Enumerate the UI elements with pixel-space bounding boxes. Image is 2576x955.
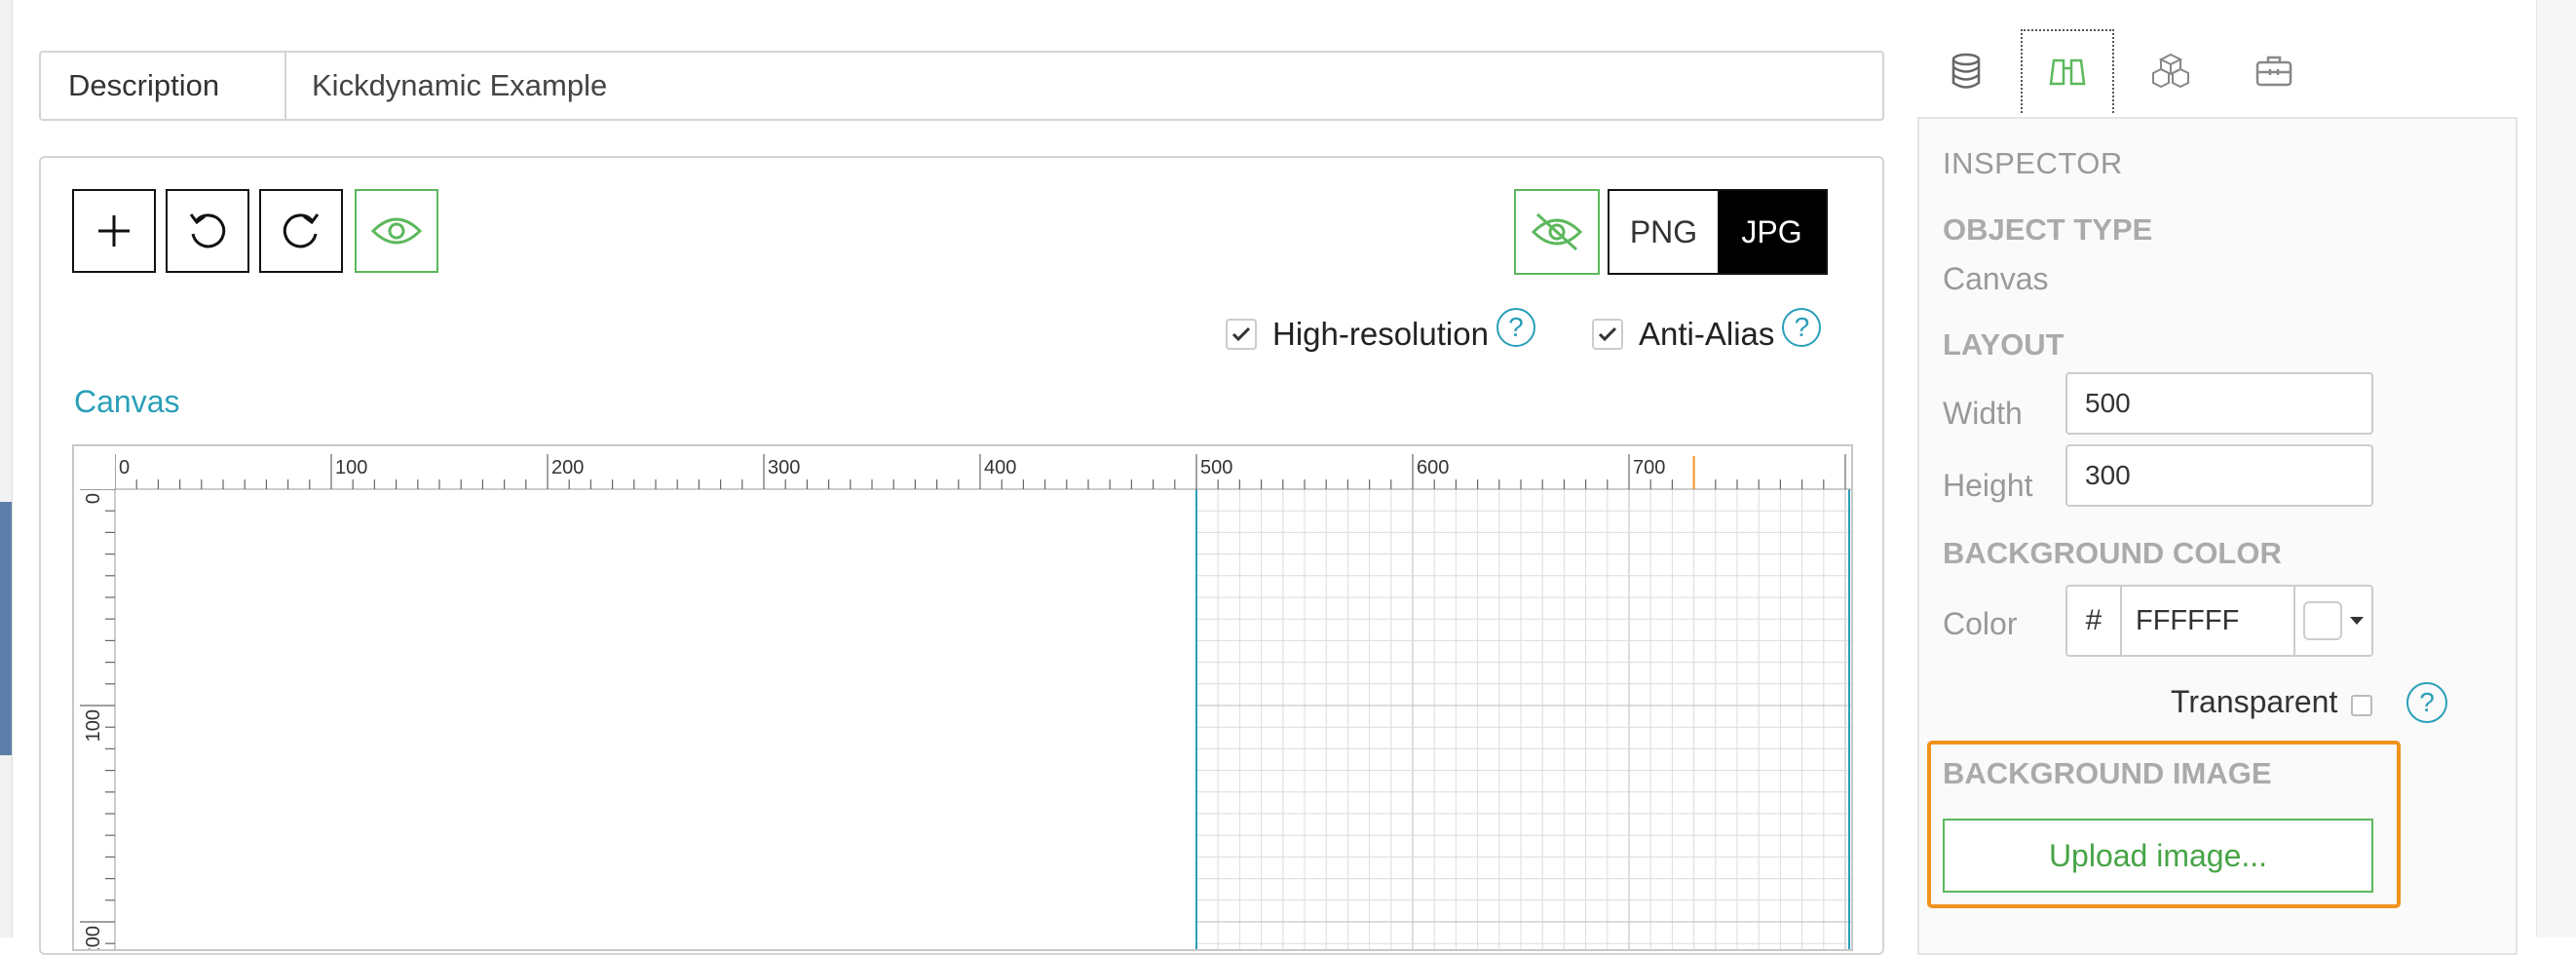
ruler-label: 400 bbox=[984, 457, 1016, 478]
anti-alias-label: Anti-Alias bbox=[1639, 316, 1775, 352]
grid-area bbox=[1196, 489, 1851, 949]
ruler-label: 0 bbox=[119, 457, 130, 478]
high-resolution-label: High-resolution bbox=[1272, 316, 1489, 352]
color-swatch-dropdown[interactable] bbox=[2295, 587, 2371, 655]
color-swatch bbox=[2303, 601, 2342, 640]
png-button[interactable]: PNG bbox=[1610, 191, 1718, 273]
ruler-label: 200 bbox=[83, 926, 104, 949]
layout-heading: LAYOUT bbox=[1943, 327, 2065, 362]
color-picker-group: # bbox=[2065, 585, 2373, 657]
description-label: Description bbox=[41, 53, 286, 119]
ruler-label: 300 bbox=[768, 457, 800, 478]
check-icon bbox=[1231, 326, 1251, 342]
upload-image-button[interactable]: Upload image... bbox=[1943, 819, 2373, 893]
transparent-option: Transparent bbox=[2171, 684, 2373, 720]
cubes-icon bbox=[2152, 53, 2189, 89]
background-color-heading: BACKGROUND COLOR bbox=[1943, 536, 2282, 570]
ruler-label: 100 bbox=[335, 457, 367, 478]
check-icon bbox=[1598, 326, 1617, 342]
backdrop-right bbox=[2536, 0, 2576, 937]
undo-icon bbox=[189, 213, 226, 248]
database-icon bbox=[1951, 53, 1981, 89]
backdrop-left bbox=[0, 0, 13, 937]
width-label: Width bbox=[1943, 396, 2023, 431]
object-type-value: Canvas bbox=[1943, 261, 2049, 296]
jpg-button[interactable]: JPG bbox=[1718, 191, 1826, 273]
preview-button[interactable] bbox=[355, 189, 438, 273]
anti-alias-option: Anti-Alias ? bbox=[1592, 308, 1822, 353]
redo-button[interactable] bbox=[259, 189, 343, 273]
add-button[interactable] bbox=[72, 189, 156, 273]
binoculars-icon bbox=[2049, 58, 2086, 86]
high-resolution-help-icon[interactable]: ? bbox=[1496, 308, 1535, 347]
high-resolution-option: High-resolution ? bbox=[1226, 308, 1535, 353]
inspector-title: INSPECTOR bbox=[1943, 146, 2123, 180]
height-input[interactable] bbox=[2065, 444, 2373, 507]
ruler-label: 700 bbox=[1633, 457, 1665, 478]
eye-icon bbox=[370, 217, 423, 245]
plus-icon bbox=[98, 215, 130, 247]
hide-button[interactable] bbox=[1514, 189, 1600, 275]
tab-tools[interactable] bbox=[2227, 29, 2321, 113]
tab-layers[interactable] bbox=[2124, 29, 2217, 113]
caret-down-icon bbox=[2350, 617, 2364, 625]
transparent-help-icon[interactable]: ? bbox=[2406, 682, 2447, 723]
color-label: Color bbox=[1943, 606, 2018, 641]
canvas-breadcrumb-link[interactable]: Canvas bbox=[74, 384, 180, 420]
redo-icon bbox=[283, 213, 320, 248]
tab-data[interactable] bbox=[1919, 29, 2013, 113]
ruler-label: 0 bbox=[83, 493, 104, 504]
backdrop-band bbox=[0, 502, 12, 755]
high-resolution-checkbox[interactable] bbox=[1226, 319, 1257, 350]
transparent-checkbox[interactable] bbox=[2351, 694, 2373, 716]
description-row: Description bbox=[39, 51, 1884, 121]
anti-alias-checkbox[interactable] bbox=[1592, 319, 1623, 350]
height-label: Height bbox=[1943, 468, 2033, 503]
width-input[interactable] bbox=[2065, 372, 2373, 435]
ruler-corner bbox=[74, 446, 115, 489]
ruler-label: 200 bbox=[551, 457, 584, 478]
tab-inspector[interactable] bbox=[2021, 29, 2114, 113]
object-type-heading: OBJECT TYPE bbox=[1943, 212, 2153, 247]
toolbox-icon bbox=[2255, 56, 2292, 87]
canvas-rulers: 0 100 200 300 400 500 600 700 0 100 200 bbox=[74, 446, 1851, 949]
eye-slash-icon bbox=[1531, 212, 1583, 251]
ruler-label: 600 bbox=[1417, 457, 1449, 478]
format-toggle: PNG JPG bbox=[1608, 189, 1828, 275]
anti-alias-help-icon[interactable]: ? bbox=[1782, 308, 1822, 347]
undo-button[interactable] bbox=[166, 189, 249, 273]
canvas-editor[interactable]: 0 100 200 300 400 500 600 700 0 100 200 bbox=[72, 444, 1853, 951]
background-image-heading: BACKGROUND IMAGE bbox=[1943, 756, 2272, 790]
color-hash-prefix: # bbox=[2067, 587, 2122, 655]
description-input[interactable] bbox=[286, 53, 1882, 119]
transparent-label: Transparent bbox=[2171, 684, 2338, 719]
ruler-label: 500 bbox=[1200, 457, 1232, 478]
color-hex-input[interactable] bbox=[2122, 587, 2295, 655]
ruler-label: 100 bbox=[83, 709, 104, 742]
